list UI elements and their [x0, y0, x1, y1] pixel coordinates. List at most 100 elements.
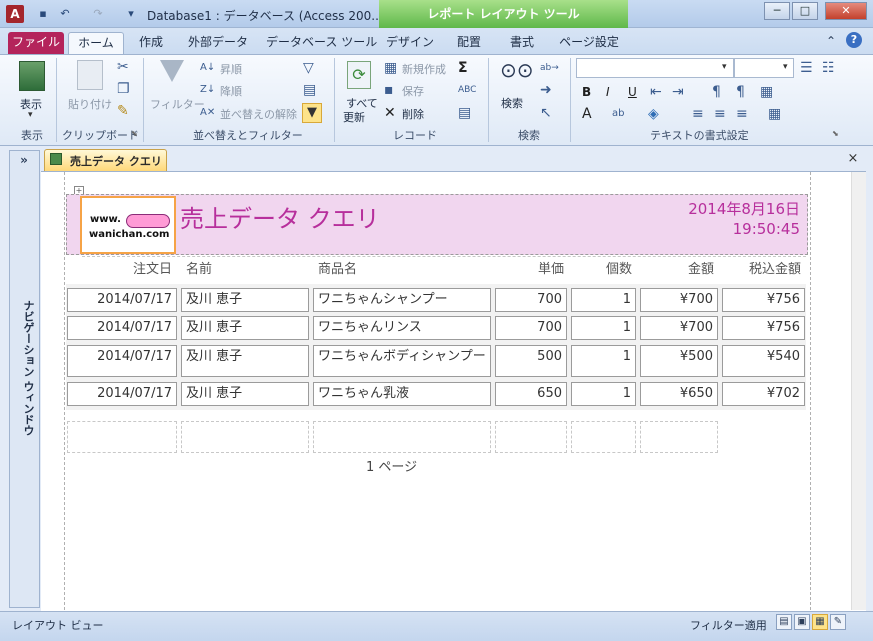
cell-unit-price[interactable]: 700	[495, 288, 567, 312]
cell-amount[interactable]: ¥500	[640, 345, 718, 377]
cell-amount[interactable]: ¥700	[640, 316, 718, 340]
cell-order-date[interactable]: 2014/07/17	[67, 288, 177, 312]
column-header-amount-with-tax[interactable]: 税込金額	[721, 258, 801, 277]
close-report-icon[interactable]: ×	[846, 151, 860, 166]
cell-amount[interactable]: ¥700	[640, 288, 718, 312]
tab-file[interactable]: ファイル	[8, 32, 64, 54]
cell-order-date[interactable]: 2014/07/17	[67, 345, 177, 377]
font-size-dropdown-icon[interactable]: ▾	[783, 62, 788, 72]
cell-amount-with-tax[interactable]: ¥756	[722, 316, 805, 340]
cell-unit-price[interactable]: 500	[495, 345, 567, 377]
tab-page-setup[interactable]: ページ設定	[558, 32, 620, 54]
help-icon[interactable]: ?	[846, 32, 862, 48]
format-painter-icon[interactable]: ✎	[117, 103, 129, 119]
refresh-all-label-2[interactable]: 更新	[343, 109, 365, 125]
cell-product[interactable]: ワニちゃん乳液	[313, 382, 491, 406]
column-header-unit-price[interactable]: 単価	[496, 258, 564, 277]
minimize-button[interactable]: ─	[764, 2, 790, 20]
cell-unit-price[interactable]: 700	[495, 316, 567, 340]
footer-placeholder-cell[interactable]	[640, 421, 718, 453]
toggle-filter-icon[interactable]: ▼	[302, 103, 322, 123]
access-app-icon[interactable]: A	[6, 5, 24, 23]
tab-create[interactable]: 作成	[134, 32, 168, 54]
cell-product[interactable]: ワニちゃんシャンプー	[313, 288, 491, 312]
footer-placeholder-cell[interactable]	[495, 421, 567, 453]
cell-product[interactable]: ワニちゃんボディシャンプー	[313, 345, 491, 377]
clipboard-launcher-icon[interactable]: ⬊	[131, 129, 138, 138]
undo-icon[interactable]: ↶	[57, 6, 73, 22]
bullets-icon[interactable]: ☰	[800, 60, 813, 76]
tab-format[interactable]: 書式	[505, 32, 539, 54]
binoculars-icon[interactable]: ⊙⊙	[500, 60, 534, 80]
footer-placeholder-cell[interactable]	[181, 421, 309, 453]
tab-design[interactable]: デザイン	[386, 32, 434, 54]
tab-external-data[interactable]: 外部データ	[186, 32, 250, 54]
decrease-indent-icon[interactable]: ⇤	[650, 84, 662, 100]
italic-button[interactable]: I	[606, 85, 610, 99]
font-name-dropdown-icon[interactable]: ▾	[722, 62, 727, 72]
footer-placeholder-cell[interactable]	[313, 421, 491, 453]
report-time[interactable]: 19:50:45	[640, 220, 800, 238]
font-name-combo[interactable]	[576, 58, 734, 78]
layout-view-icon[interactable]: ▦	[812, 614, 828, 630]
vertical-scrollbar[interactable]	[851, 172, 866, 610]
print-preview-icon[interactable]: ▣	[794, 614, 810, 630]
design-view-icon[interactable]: ✎	[830, 614, 846, 630]
report-tab-label[interactable]: 売上データ クエリ	[70, 153, 162, 169]
view-dropdown-icon[interactable]: ▾	[28, 110, 33, 120]
find-button[interactable]: 検索	[501, 95, 523, 111]
cell-amount-with-tax[interactable]: ¥756	[722, 288, 805, 312]
underline-button[interactable]: U	[628, 85, 637, 99]
cell-amount-with-tax[interactable]: ¥540	[722, 345, 805, 377]
nav-pane-toggle[interactable]: »	[13, 153, 35, 167]
column-header-product[interactable]: 商品名	[318, 258, 357, 277]
text-format-launcher-icon[interactable]: ⬊	[832, 129, 839, 138]
numbering-icon[interactable]: ☷	[822, 60, 835, 76]
delete-icon[interactable]: ✕	[384, 105, 396, 121]
column-header-quantity[interactable]: 個数	[571, 258, 632, 277]
cell-name[interactable]: 及川 恵子	[181, 382, 309, 406]
tab-home[interactable]: ホーム	[68, 32, 124, 54]
totals-icon[interactable]: Σ	[458, 60, 468, 76]
cell-quantity[interactable]: 1	[571, 382, 636, 406]
cell-quantity[interactable]: 1	[571, 288, 636, 312]
close-window-button[interactable]: ✕	[825, 2, 867, 20]
view-icon[interactable]	[19, 61, 45, 91]
font-color-icon[interactable]: A	[582, 106, 592, 122]
cell-unit-price[interactable]: 650	[495, 382, 567, 406]
align-right-icon[interactable]: ≡	[736, 106, 748, 122]
advanced-filter-icon[interactable]: ▤	[303, 82, 316, 98]
cell-name[interactable]: 及川 恵子	[181, 345, 309, 377]
cell-name[interactable]: 及川 恵子	[181, 316, 309, 340]
align-left-icon[interactable]: ≡	[692, 106, 704, 122]
nav-pane-label[interactable]: ナビゲーション ウィンドウ	[16, 300, 36, 436]
minimize-ribbon-icon[interactable]: ⌃	[826, 34, 836, 48]
align-center-icon[interactable]: ≡	[714, 106, 726, 122]
footer-placeholder-cell[interactable]	[67, 421, 177, 453]
cell-quantity[interactable]: 1	[571, 316, 636, 340]
rtl-icon[interactable]: ¶	[736, 84, 745, 100]
ltr-icon[interactable]: ¶	[712, 84, 721, 100]
cell-order-date[interactable]: 2014/07/17	[67, 316, 177, 340]
tab-database-tools[interactable]: データベース ツール	[266, 32, 377, 54]
refresh-all-icon[interactable]: ⟳	[347, 61, 371, 89]
go-to-icon[interactable]: ➜	[540, 82, 552, 98]
page-number[interactable]: 1 ページ	[366, 456, 417, 475]
report-date[interactable]: 2014年8月16日	[640, 198, 800, 219]
cell-amount[interactable]: ¥650	[640, 382, 718, 406]
delete-button[interactable]: 削除	[402, 106, 424, 122]
save-icon[interactable]: ▪	[35, 6, 51, 22]
cell-name[interactable]: 及川 恵子	[181, 288, 309, 312]
increase-indent-icon[interactable]: ⇥	[672, 84, 684, 100]
report-view-icon[interactable]: ▤	[776, 614, 792, 630]
maximize-button[interactable]: □	[792, 2, 818, 20]
column-header-name[interactable]: 名前	[186, 258, 212, 277]
highlight-icon[interactable]: ab	[612, 106, 624, 122]
gridlines-icon[interactable]: ▦	[760, 84, 773, 100]
column-header-amount[interactable]: 金額	[640, 258, 714, 277]
select-icon[interactable]: ↖	[540, 105, 552, 121]
cell-product[interactable]: ワニちゃんリンス	[313, 316, 491, 340]
report-title[interactable]: 売上データ クエリ	[180, 199, 380, 234]
tab-arrange[interactable]: 配置	[452, 32, 486, 54]
cell-order-date[interactable]: 2014/07/17	[67, 382, 177, 406]
